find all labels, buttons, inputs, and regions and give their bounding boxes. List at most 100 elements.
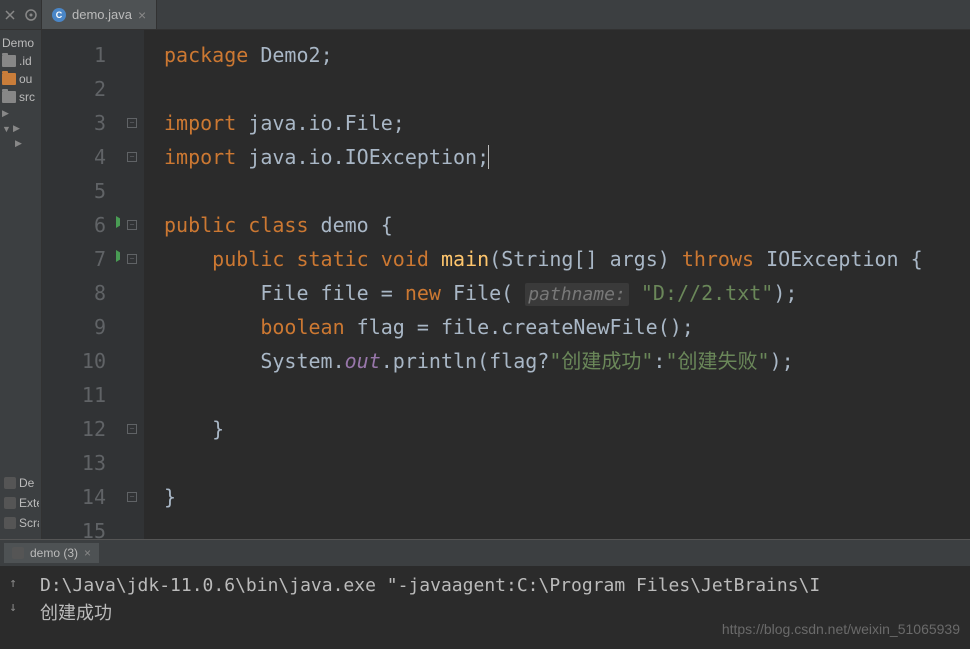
console-tab-bar: demo (3) × (0, 540, 970, 566)
folder-icon (2, 73, 16, 85)
fold-toggle-icon[interactable]: − (127, 152, 137, 162)
line-number: 5 (42, 174, 106, 208)
fold-gutter: − − − − − − (120, 30, 144, 539)
fold-toggle-icon[interactable]: − (127, 118, 137, 128)
console-output[interactable]: ↑ ↓ D:\Java\jdk-11.0.6\bin\java.exe "-ja… (0, 566, 970, 649)
tree-root[interactable]: Demo (2, 34, 39, 52)
panel-label: De (19, 476, 34, 490)
line-number: 14 (42, 480, 106, 514)
text-caret (488, 145, 489, 169)
target-icon[interactable] (23, 7, 39, 23)
code-line[interactable]: } (164, 480, 970, 514)
tree-item[interactable]: .id (2, 52, 39, 70)
code-content[interactable]: package Demo2; import java.io.File;import… (144, 30, 970, 539)
code-line[interactable]: File file = new File( pathname: "D://2.t… (164, 276, 970, 310)
code-line[interactable] (164, 174, 970, 208)
code-line[interactable]: import java.io.File; (164, 106, 970, 140)
scroll-down-icon[interactable]: ↓ (4, 594, 22, 612)
fold-mark: − (120, 412, 144, 446)
fold-toggle-icon[interactable]: − (127, 492, 137, 502)
fold-toggle-icon[interactable]: − (127, 254, 137, 264)
code-line[interactable] (164, 72, 970, 106)
tree-chevron-row[interactable]: ▶ (2, 136, 39, 151)
line-number: 6 (42, 208, 106, 242)
fold-mark (120, 276, 144, 310)
tree-item-label: src (19, 90, 35, 104)
console-line: D:\Java\jdk-11.0.6\bin\java.exe "-javaag… (40, 572, 958, 600)
editor-tab-bar: C demo.java × (42, 0, 970, 30)
tree-chevron-row[interactable]: ▼▶ (2, 121, 39, 136)
sidebar-bottom: De Extern Scratc (0, 467, 41, 539)
fold-mark (120, 72, 144, 106)
scroll-up-icon[interactable]: ↑ (4, 570, 22, 588)
line-number: 2 (42, 72, 106, 106)
code-line[interactable] (164, 378, 970, 412)
line-number: 7 (42, 242, 106, 276)
line-number: 3 (42, 106, 106, 140)
project-tree[interactable]: Demo .idousrc ▶ ▼▶ ▶ (0, 30, 41, 155)
console-tab-label: demo (3) (30, 546, 78, 560)
side-panel-item[interactable]: Scratc (2, 513, 39, 533)
tree-item-label: ou (19, 72, 32, 86)
fold-toggle-icon[interactable]: − (127, 220, 137, 230)
fold-mark (120, 378, 144, 412)
line-number: 1 (42, 38, 106, 72)
project-sidebar: Demo .idousrc ▶ ▼▶ ▶ DeExternScratc (0, 0, 42, 539)
close-tab-icon[interactable]: × (138, 7, 146, 23)
java-file-icon: C (52, 8, 66, 22)
chevron-down-icon: ▼ (2, 124, 10, 134)
code-line[interactable]: System.out.println(flag?"创建成功":"创建失败"); (164, 344, 970, 378)
code-line[interactable] (164, 446, 970, 480)
tree-item[interactable]: src (2, 88, 39, 106)
code-line[interactable]: boolean flag = file.createNewFile(); (164, 310, 970, 344)
fold-mark (120, 344, 144, 378)
line-number: 10 (42, 344, 106, 378)
fold-mark (120, 174, 144, 208)
chevron-right-icon: ▶ (2, 108, 10, 119)
editor-tab[interactable]: C demo.java × (42, 0, 157, 29)
folder-icon (2, 91, 16, 103)
code-line[interactable]: } (164, 412, 970, 446)
tree-item[interactable]: ou (2, 70, 39, 88)
line-number: 12 (42, 412, 106, 446)
panel-label: Scratc (19, 516, 39, 530)
fold-mark: − (120, 140, 144, 174)
folder-icon (2, 55, 16, 67)
line-number: 15 (42, 514, 106, 539)
code-line[interactable]: package Demo2; (164, 38, 970, 72)
tree-root-label: Demo (2, 36, 34, 50)
fold-mark: − (120, 208, 144, 242)
fold-mark: − (120, 106, 144, 140)
chevron-right-icon: ▶ (13, 123, 21, 134)
fold-mark (120, 514, 144, 539)
line-number: 13 (42, 446, 106, 480)
chevron-right-icon: ▶ (15, 138, 23, 149)
code-editor[interactable]: 123456789101112131415 −−−−−− package Dem… (42, 30, 970, 539)
panel-label: Extern (19, 496, 39, 510)
collapse-icon[interactable] (2, 7, 18, 23)
line-number-gutter: 123456789101112131415 (42, 30, 120, 539)
fold-mark (120, 310, 144, 344)
fold-mark (120, 38, 144, 72)
fold-toggle-icon[interactable]: − (127, 424, 137, 434)
code-line[interactable] (164, 514, 970, 539)
tab-filename: demo.java (72, 7, 132, 22)
panel-icon (4, 497, 16, 509)
code-line[interactable]: public class demo { (164, 208, 970, 242)
code-line[interactable]: import java.io.IOException; (164, 140, 970, 174)
line-number: 9 (42, 310, 106, 344)
console-controls: ↑ ↓ (4, 570, 22, 612)
line-number: 4 (42, 140, 106, 174)
code-line[interactable]: public static void main(String[] args) t… (164, 242, 970, 276)
watermark: https://blog.csdn.net/weixin_51065939 (722, 615, 960, 643)
panel-icon (4, 477, 16, 489)
tree-chevron-row[interactable]: ▶ (2, 106, 39, 121)
editor-area: C demo.java × 123456789101112131415 −−−−… (42, 0, 970, 539)
side-panel-item[interactable]: De (2, 473, 39, 493)
sidebar-header (0, 0, 41, 30)
side-panel-item[interactable]: Extern (2, 493, 39, 513)
param-hint: pathname: (525, 283, 629, 306)
close-console-tab-icon[interactable]: × (84, 546, 91, 560)
console-tab[interactable]: demo (3) × (4, 543, 99, 563)
line-number: 11 (42, 378, 106, 412)
